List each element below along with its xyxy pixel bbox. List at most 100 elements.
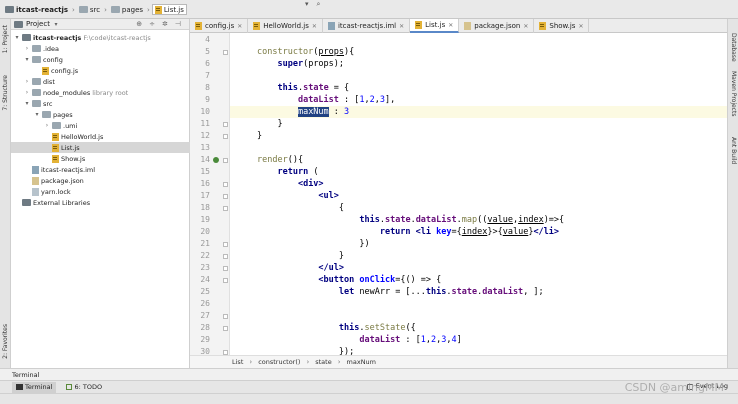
search-icon[interactable]: ⌕ xyxy=(317,0,321,8)
tree-item[interactable]: › .umi xyxy=(11,120,190,131)
code-breadcrumb-item[interactable]: List xyxy=(232,358,243,366)
tree-item[interactable]: ▾ src xyxy=(11,98,190,109)
close-icon[interactable]: ✕ xyxy=(448,22,453,29)
tree-item[interactable]: ▾ itcast-reactjs F:\code\itcast-reactjs xyxy=(11,32,190,43)
ant-build-tool-button[interactable]: Ant Build xyxy=(730,137,737,164)
close-icon[interactable]: ✕ xyxy=(399,23,404,30)
database-tool-button[interactable]: Database xyxy=(730,33,737,62)
project-panel: Project ▾ ⊕ ÷ ✲ ⊣ ▾ itcast-reactjs F:\code… xyxy=(11,19,190,368)
hide-icon[interactable]: ⊣ xyxy=(175,20,181,28)
folder-icon xyxy=(110,6,120,13)
tree-item[interactable]: ▾ config xyxy=(11,54,190,65)
close-icon[interactable]: ✕ xyxy=(312,23,317,30)
code-breadcrumb-item[interactable]: maxNum xyxy=(347,358,376,366)
close-icon[interactable]: ✕ xyxy=(523,23,528,30)
fold-marker-icon[interactable] xyxy=(223,182,228,187)
collapse-icon[interactable]: ÷ xyxy=(149,20,155,28)
code-token: (( xyxy=(477,215,488,225)
tree-item[interactable]: yarn.lock xyxy=(11,186,190,197)
fold-marker-icon[interactable] xyxy=(223,194,228,199)
tree-item[interactable]: External Libraries xyxy=(11,197,190,208)
breadcrumb-item[interactable]: List.js xyxy=(151,4,187,15)
tree-item[interactable]: ▾ pages xyxy=(11,109,190,120)
tree-item[interactable]: › .idea xyxy=(11,43,190,54)
tree-item[interactable]: package.json xyxy=(11,175,190,186)
editor-tab[interactable]: config.js ✕ xyxy=(190,19,249,33)
project-tool-button[interactable]: 1: Project xyxy=(2,25,9,53)
code-token: <ul> xyxy=(318,191,339,201)
editor-tab[interactable]: List.js ✕ xyxy=(410,19,460,33)
close-icon[interactable]: ✕ xyxy=(237,23,242,30)
fold-marker-icon[interactable] xyxy=(223,266,228,271)
chevron-down-icon[interactable]: ▾ xyxy=(14,34,20,41)
terminal-tab[interactable]: Terminal xyxy=(12,381,57,393)
chevron-down-icon[interactable]: ▾ xyxy=(24,100,30,107)
iml-file-icon xyxy=(327,22,335,30)
tree-item[interactable]: config.js xyxy=(11,65,190,76)
tree-item[interactable]: Show.js xyxy=(11,153,190,164)
chevron-down-icon[interactable]: ▾ xyxy=(24,56,30,63)
fold-marker-icon[interactable] xyxy=(223,158,228,163)
fold-marker-icon[interactable] xyxy=(223,278,228,283)
code-token: newArr = [... xyxy=(354,287,426,297)
breadcrumb-item[interactable]: pages xyxy=(109,4,145,15)
chevron-down-icon[interactable]: ▾ xyxy=(34,111,40,118)
code-breadcrumb-item[interactable]: state xyxy=(315,358,331,366)
code-token: ] xyxy=(456,335,462,345)
line-number: 20 xyxy=(200,227,210,236)
close-icon[interactable]: ✕ xyxy=(578,23,583,30)
code-token: this xyxy=(359,215,380,225)
editor-gutter: 4 5 6 7 8 9 10 11 12 13 14 15 16 17 18 19 20 21 22 23 24 25 26… xyxy=(190,33,230,356)
tree-item-label: External Libraries xyxy=(33,198,91,207)
tree-item[interactable]: List.js xyxy=(11,142,190,153)
editor-tab[interactable]: Show.js ✕ xyxy=(534,19,590,33)
chevron-right-icon[interactable]: › xyxy=(24,45,30,52)
chevron-right-icon[interactable]: › xyxy=(24,78,30,85)
chevron-down-icon[interactable]: ▾ xyxy=(53,21,59,28)
tree-item[interactable]: itcast-reactjs.iml xyxy=(11,164,190,175)
fold-marker-icon[interactable] xyxy=(223,242,228,247)
code-token: index xyxy=(461,227,488,237)
structure-tool-button[interactable]: 7: Structure xyxy=(2,75,9,111)
favorites-tool-button[interactable]: 2: Favorites xyxy=(2,324,9,359)
line-number: 25 xyxy=(200,287,210,296)
fold-marker-icon[interactable] xyxy=(223,50,228,55)
fold-marker-icon[interactable] xyxy=(223,134,228,139)
sync-icon[interactable]: ⊕ xyxy=(136,20,142,28)
breadcrumb: itcast-reactjs › src › pages › List.js xyxy=(3,4,187,15)
fold-marker-icon[interactable] xyxy=(223,254,228,259)
fold-marker-icon[interactable] xyxy=(223,314,228,319)
fold-marker-icon[interactable] xyxy=(223,206,228,211)
fold-marker-icon[interactable] xyxy=(223,326,228,331)
tree-item[interactable]: › dist xyxy=(11,76,190,87)
code-token: }>{ xyxy=(487,227,503,237)
editor-tab[interactable]: package.json ✕ xyxy=(459,19,535,33)
breadcrumb-item[interactable]: itcast-reactjs xyxy=(3,4,70,15)
todo-tab[interactable]: 6: TODO xyxy=(62,382,106,393)
fold-marker-icon[interactable] xyxy=(223,122,228,127)
code-token: this xyxy=(425,287,447,297)
project-panel-title[interactable]: Project xyxy=(26,20,50,28)
editor-tab[interactable]: itcast-reactjs.iml ✕ xyxy=(323,19,411,33)
code-editor[interactable]: constructor(props){ super(props); this.s… xyxy=(230,33,727,355)
code-breadcrumb-item[interactable]: constructor() xyxy=(258,358,300,366)
lock-file-icon xyxy=(32,187,39,196)
gear-icon[interactable]: ✲ xyxy=(162,20,168,28)
override-marker-icon[interactable] xyxy=(213,157,219,163)
tree-item[interactable]: › node_modules library root xyxy=(11,87,190,98)
code-token: this xyxy=(277,83,298,93)
chevron-right-icon[interactable]: › xyxy=(44,122,50,129)
breadcrumb-item[interactable]: src xyxy=(77,4,102,15)
dropdown-icon[interactable]: ▾ xyxy=(305,0,309,8)
folder-icon xyxy=(42,111,51,118)
editor-tab[interactable]: HelloWorld.js ✕ xyxy=(248,19,323,33)
code-token: this xyxy=(338,323,360,333)
breadcrumb-label: src xyxy=(89,5,101,14)
tree-item[interactable]: HelloWorld.js xyxy=(11,131,190,142)
maven-projects-tool-button[interactable]: Maven Projects xyxy=(730,71,737,116)
chevron-right-icon[interactable]: › xyxy=(24,89,30,96)
line-number: 29 xyxy=(200,335,210,344)
